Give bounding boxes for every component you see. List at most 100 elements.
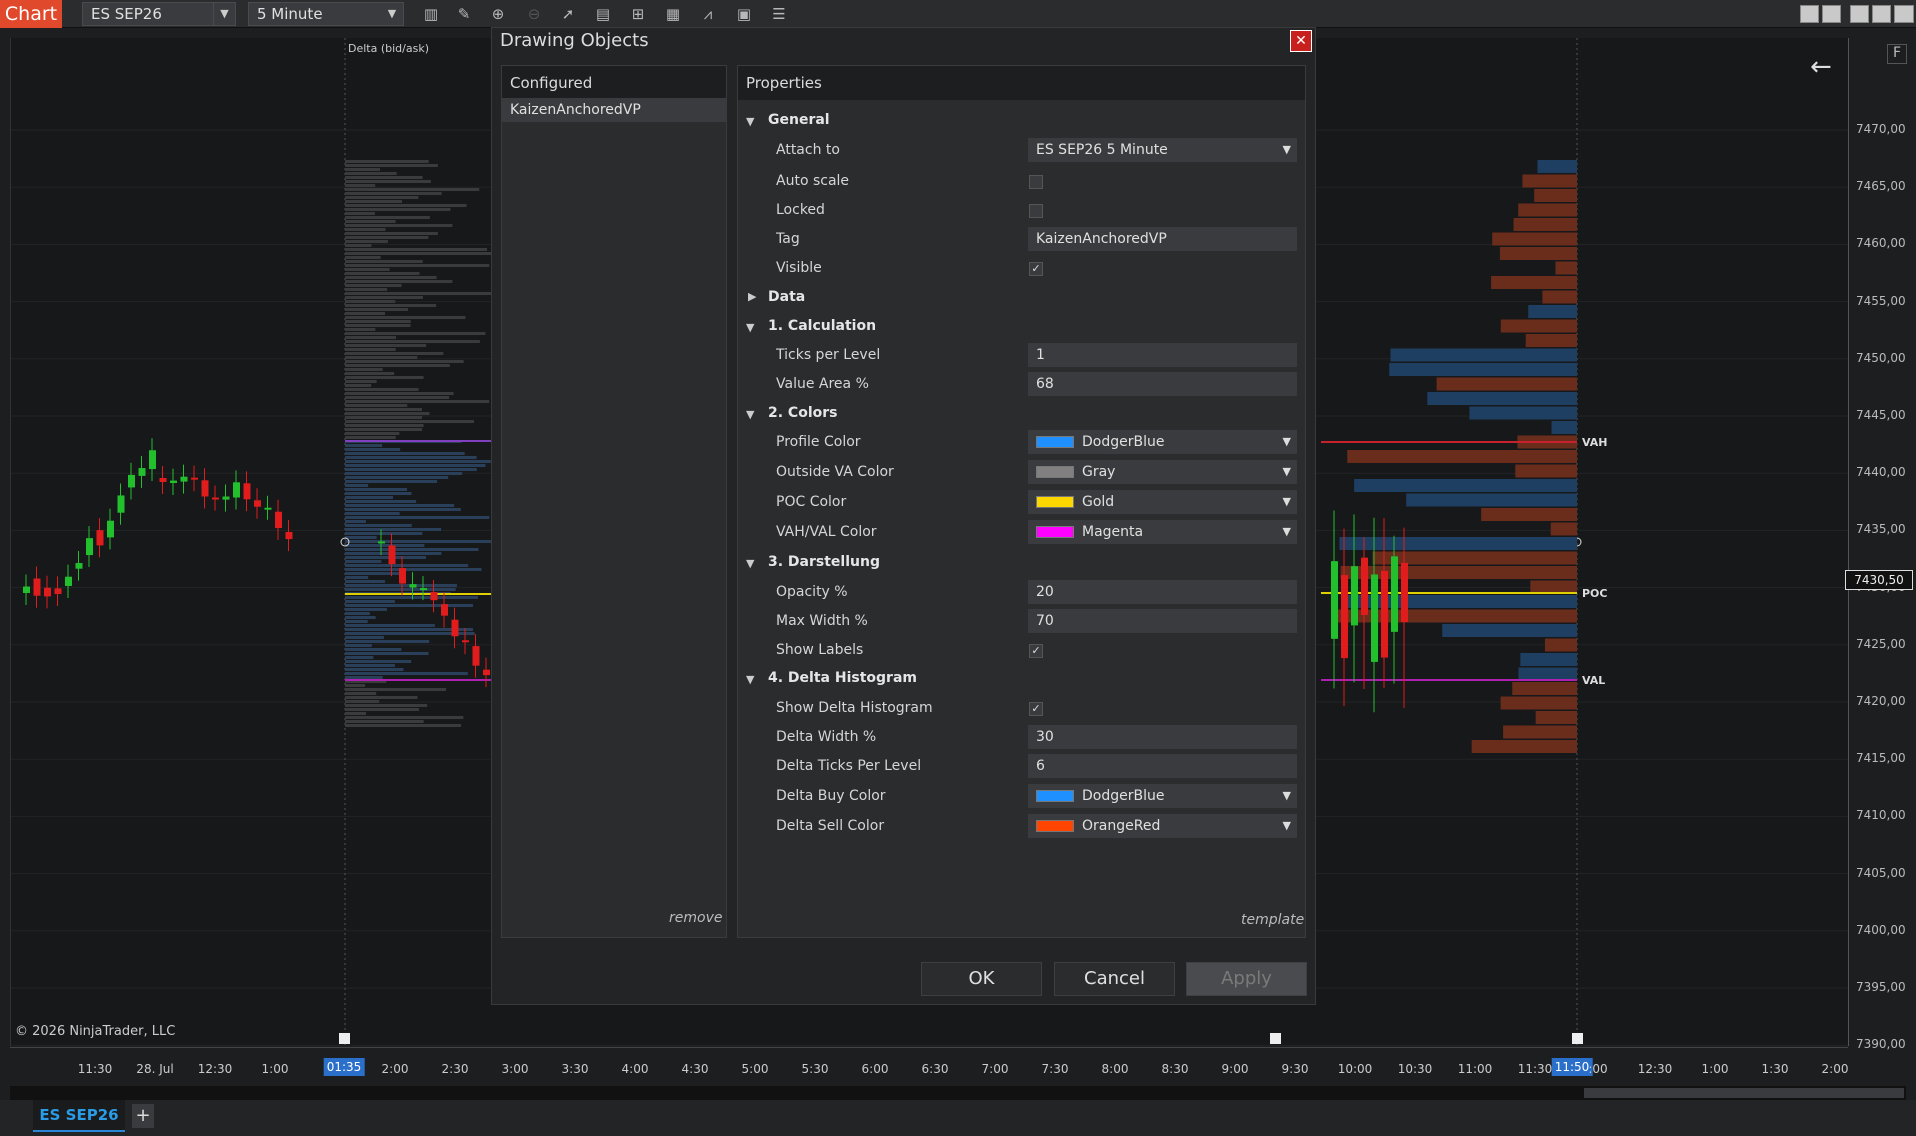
locked-checkbox[interactable] (1029, 204, 1043, 218)
delta-bar (1512, 682, 1577, 695)
delta-bar (1339, 537, 1577, 550)
poc-color-label: POC Color (776, 494, 847, 510)
candle-body (170, 480, 177, 484)
current-price-marker: 7430,50 (1845, 570, 1913, 590)
attach-to-select[interactable]: ES SEP26 5 Minute ▼ (1028, 138, 1297, 162)
expand-triangle-icon[interactable]: ▼ (746, 673, 754, 686)
tab-es-sep26[interactable]: ES SEP26 (33, 1100, 125, 1132)
configured-item[interactable]: KaizenAnchoredVP (502, 98, 726, 122)
line-chart-icon[interactable]: ⩘ (697, 3, 719, 25)
vahval-color-select[interactable]: Magenta ▼ (1028, 520, 1297, 544)
anchor-handle-left[interactable] (339, 1033, 350, 1044)
price-tick-label: 7460,00 (1856, 236, 1906, 251)
opacity-input[interactable]: 20 (1028, 580, 1297, 604)
close-icon[interactable]: ✕ (1290, 30, 1312, 52)
restore-icon[interactable] (1872, 5, 1891, 23)
delta-bar (1390, 348, 1577, 362)
delta-bar (1525, 334, 1577, 347)
ticks-per-level-input[interactable]: 1 (1028, 343, 1297, 367)
expand-triangle-icon[interactable]: ▼ (746, 408, 754, 421)
profile-bar (345, 244, 372, 247)
chevron-down-icon[interactable]: ▼ (213, 3, 235, 25)
delta-sell-color-select[interactable]: OrangeRed ▼ (1028, 814, 1297, 838)
anchor-handle-start[interactable] (1270, 1033, 1281, 1044)
expand-triangle-icon[interactable]: ▼ (746, 557, 754, 570)
delta-width-input[interactable]: 30 (1028, 725, 1297, 749)
delta-bar (1518, 667, 1577, 681)
window-icon-2[interactable] (1822, 5, 1841, 23)
delta-buy-color-select[interactable]: DodgerBlue ▼ (1028, 784, 1297, 808)
zoom-in-icon[interactable]: ⊕ (487, 3, 509, 25)
auto-scale-checkbox[interactable] (1029, 175, 1043, 189)
collapsed-triangle-icon[interactable]: ▶ (748, 290, 756, 303)
show-labels-checkbox[interactable]: ✓ (1029, 644, 1043, 658)
profile-bar (345, 492, 412, 495)
instrument-selector[interactable]: ES SEP26 ▼ (82, 2, 236, 26)
pointer-icon[interactable]: ➚ (557, 3, 579, 25)
delta-ticks-input[interactable]: 6 (1028, 754, 1297, 778)
tag-input[interactable]: KaizenAnchoredVP (1028, 227, 1297, 251)
candle-body (399, 568, 406, 584)
interval-selector[interactable]: 5 Minute ▼ (248, 2, 404, 26)
delta-bar (1347, 450, 1577, 463)
window-icon-1[interactable] (1800, 5, 1819, 23)
profile-color-select[interactable]: DodgerBlue ▼ (1028, 430, 1297, 454)
poc-color-select[interactable]: Gold ▼ (1028, 490, 1297, 514)
profile-bar (345, 696, 418, 699)
template-icon[interactable]: ▣ (733, 3, 755, 25)
apply-button[interactable]: Apply (1186, 962, 1307, 996)
category-delta-histogram[interactable]: 4. Delta Histogram (768, 670, 917, 686)
category-general[interactable]: General (768, 112, 830, 128)
profile-bar (345, 200, 402, 203)
profile-bar (345, 580, 386, 583)
value-area-input[interactable]: 68 (1028, 372, 1297, 396)
price-tick-label: 7415,00 (1856, 751, 1906, 766)
show-delta-checkbox[interactable]: ✓ (1029, 702, 1043, 716)
chart-menu-button[interactable]: Chart (0, 0, 62, 28)
f-button[interactable]: F (1887, 44, 1907, 64)
anchor-handle-right[interactable] (1572, 1033, 1583, 1044)
profile-bar (345, 608, 387, 611)
zoom-out-icon[interactable]: ⊖ (523, 3, 545, 25)
add-tab-button[interactable]: + (132, 1104, 154, 1128)
template-link[interactable]: template (1241, 912, 1304, 928)
candle-body (54, 588, 62, 594)
category-data[interactable]: Data (768, 289, 805, 305)
outside-va-color-select[interactable]: Gray ▼ (1028, 460, 1297, 484)
pencil-icon[interactable]: ✎ (453, 3, 475, 25)
candle-body (1381, 570, 1388, 658)
visible-checkbox[interactable]: ✓ (1029, 262, 1043, 276)
delta-bar (1481, 508, 1577, 521)
bar-type-icon[interactable]: ▥ (420, 3, 442, 25)
scrollbar-thumb[interactable] (1584, 1088, 1904, 1098)
arrow-left-icon[interactable]: ← (1810, 52, 1832, 82)
delta-bar (1542, 290, 1577, 304)
ok-button[interactable]: OK (921, 962, 1042, 996)
expand-triangle-icon[interactable]: ▼ (746, 115, 754, 128)
category-darstellung[interactable]: 3. Darstellung (768, 554, 880, 570)
profile-bar (345, 520, 366, 523)
remove-link[interactable]: remove (669, 910, 722, 926)
category-calculation[interactable]: 1. Calculation (768, 318, 876, 334)
delta-buy-color-label: Delta Buy Color (776, 788, 886, 804)
expand-triangle-icon[interactable]: ▼ (746, 321, 754, 334)
max-width-input[interactable]: 70 (1028, 609, 1297, 633)
cancel-button[interactable]: Cancel (1054, 962, 1175, 996)
close-window-icon[interactable] (1894, 5, 1914, 23)
locked-label: Locked (776, 202, 825, 218)
category-colors[interactable]: 2. Colors (768, 405, 837, 421)
horizontal-scrollbar[interactable] (10, 1086, 1906, 1100)
candle-body (1341, 575, 1348, 659)
chevron-down-icon[interactable]: ▼ (381, 3, 403, 25)
strategy-icon[interactable]: ⊞ (627, 3, 649, 25)
indicator-icon[interactable]: ▦ (662, 3, 684, 25)
candle-body (1331, 561, 1338, 639)
delta-bar (1535, 711, 1577, 724)
price-tick-label: 7410,00 (1856, 808, 1906, 823)
minimize-icon[interactable] (1850, 5, 1869, 23)
delta-buy-color-value: DodgerBlue (1082, 788, 1165, 804)
profile-bar (345, 716, 464, 719)
profile-bar (345, 336, 397, 339)
data-box-icon[interactable]: ▤ (592, 3, 614, 25)
list-icon[interactable]: ☰ (768, 3, 790, 25)
